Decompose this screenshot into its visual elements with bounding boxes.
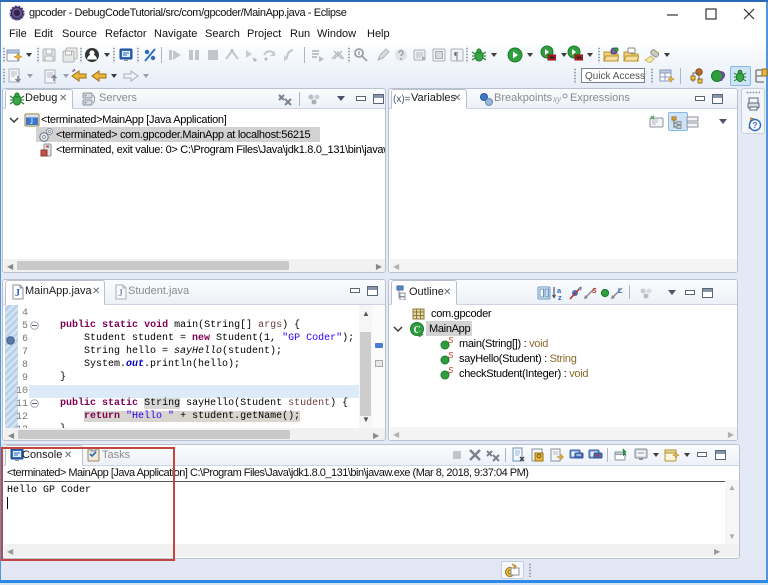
svg-text:S: S xyxy=(448,336,454,345)
svg-text:J: J xyxy=(15,288,20,299)
svg-text:S: S xyxy=(448,351,454,360)
svg-text:L: L xyxy=(618,288,623,295)
svg-text:?: ? xyxy=(753,121,758,130)
svg-text:z: z xyxy=(558,293,562,301)
svg-text:xy: xy xyxy=(553,94,561,104)
svg-text:J: J xyxy=(118,288,123,299)
svg-text:J: J xyxy=(30,117,33,126)
svg-text:¶: ¶ xyxy=(454,51,459,62)
svg-text:S: S xyxy=(448,366,454,375)
